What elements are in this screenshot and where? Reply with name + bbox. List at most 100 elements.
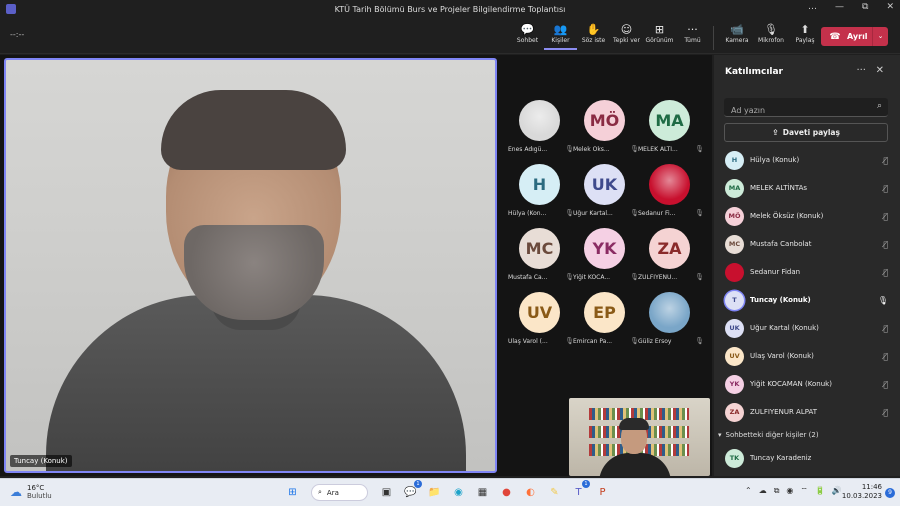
participant-list-item[interactable]: ZA ZULFIYENUR ALPAT 🎙̸ — [714, 398, 900, 426]
chat-icon[interactable]: 💬 1 — [401, 480, 422, 502]
mic-off-icon[interactable]: 🎙̸ — [883, 324, 888, 333]
minimize-button[interactable]: — — [835, 2, 844, 12]
mic-on-icon[interactable]: 🎙 — [878, 296, 888, 305]
toolbar-ki-iler-button[interactable]: 👥 Kişiler — [544, 22, 577, 50]
chrome-icon[interactable]: ● — [497, 483, 516, 502]
participant-name: ZULFIYENUR ALPAT — [750, 408, 818, 416]
file-explorer-icon[interactable]: 📁 — [425, 483, 444, 502]
participant-tile[interactable]: MC Mustafa Ca... 🎙 — [508, 228, 574, 292]
leave-options-chevron-icon[interactable]: ⌄ — [872, 27, 888, 46]
tray-icon[interactable]: ⌃ — [745, 486, 752, 496]
participant-initials-avatar: YK — [584, 228, 625, 269]
participant-name: Hülya (Konuk) — [750, 156, 800, 164]
task-view-icon[interactable]: ▣ — [377, 483, 396, 502]
windows-taskbar: ☁ 16°C Bulutlu ⊞ ⌕ Ara ▣ 💬 1 📁 ◉ ▦ ● ◐ ✎ T 1 P ⌃ ☁ ⧉ ◉ ⌔ 🔋 🔊… — [0, 478, 900, 506]
participant-tile[interactable]: Enes Adıgü... 🎙 — [508, 100, 574, 164]
participant-tile[interactable]: UK Uğur Kartal... 🎙 — [573, 164, 639, 228]
participant-list-item[interactable]: MC Mustafa Canbolat 🎙̸ — [714, 230, 900, 258]
participant-tile[interactable]: MA MELEK ALTI... 🎙 — [638, 100, 704, 164]
participant-list-item[interactable]: Sedanur Fidan 🎙̸ — [714, 258, 900, 286]
mic-off-icon[interactable]: 🎙̸ — [883, 156, 888, 165]
participant-tile[interactable]: ZA ZULFIYENU... 🎙 — [638, 228, 704, 292]
toolbar-tepki-ver-button[interactable]: ☺ Tepki ver — [610, 22, 643, 50]
participant-list-item[interactable]: H Hülya (Konuk) 🎙̸ — [714, 146, 900, 174]
participant-tile[interactable]: Güliz Ersoy 🎙 — [638, 292, 704, 356]
mic-off-icon[interactable]: 🎙̸ — [883, 380, 888, 389]
participant-tile[interactable]: YK Yiğit KOCA... 🎙 — [573, 228, 639, 292]
clock[interactable]: 11:46 10.03.2023 — [842, 483, 882, 501]
mic-off-icon[interactable]: 🎙̸ — [883, 240, 888, 249]
participant-tile[interactable]: UV Ulaş Varol (... 🎙 — [508, 292, 574, 356]
toolbar-item-label: Söz iste — [581, 37, 606, 44]
participant-search-input[interactable] — [724, 101, 864, 120]
main-video-tile[interactable]: Tuncay (Konuk) — [4, 58, 497, 473]
participant-list-item[interactable]: MA MELEK ALTİNTAs 🎙̸ — [714, 174, 900, 202]
toolbar-s-z-iste-button[interactable]: ✋ Söz iste — [577, 22, 610, 50]
participant-list-item[interactable]: MÖ Melek Öksüz (Konuk) 🎙̸ — [714, 202, 900, 230]
notification-badge[interactable]: 9 — [885, 488, 895, 498]
tray-icon[interactable]: ☁ — [759, 486, 767, 496]
more-options-icon[interactable]: … — [808, 2, 817, 12]
self-view-video[interactable] — [569, 398, 710, 476]
toolbar-payla-button[interactable]: ⬆ Paylaş — [788, 22, 822, 50]
mic-off-icon[interactable]: 🎙̸ — [883, 268, 888, 277]
toolbar-item-label: Mikrofon — [758, 37, 784, 44]
search-icon[interactable]: ⌕ — [877, 101, 882, 111]
tray-icon[interactable]: 🔋 — [815, 486, 825, 496]
participant-list: H Hülya (Konuk) 🎙̸ MA MELEK ALTİNTAs 🎙̸ MÖ Mele… — [714, 146, 900, 472]
tray-icon[interactable]: ⧉ — [774, 486, 780, 496]
participant-list-item[interactable]: T Tuncay (Konuk) 🎙 — [714, 286, 900, 314]
firefox-icon[interactable]: ◐ — [521, 483, 540, 502]
participant-tile[interactable]: MÖ Melek Öks... 🎙 — [573, 100, 639, 164]
toolbar-t-m-button[interactable]: ··· Tümü — [676, 22, 709, 50]
other-people-section-header[interactable]: ▾ Sohbetteki diğer kişiler (2) — [714, 426, 900, 444]
toolbar-item-label: Kamera — [725, 37, 749, 44]
toolbar-kamera-button[interactable]: 📹 Kamera — [720, 22, 754, 50]
sticky-notes-icon[interactable]: ✎ — [545, 483, 564, 502]
powerpoint-icon[interactable]: P — [593, 483, 612, 502]
mic-off-icon[interactable]: 🎙̸ — [883, 408, 888, 417]
mic-off-icon[interactable]: 🎙̸ — [883, 352, 888, 361]
meeting-toolbar: --:-- 💬 Sohbet 👥 Kişiler ✋ Söz iste ☺ Tepki ver… — [0, 18, 900, 54]
participant-name: Sedanur Fidan — [750, 268, 801, 276]
mic-off-icon[interactable]: 🎙̸ — [883, 184, 888, 193]
taskbar-apps: ⊞ ⌕ Ara ▣ 💬 1 📁 ◉ ▦ ● ◐ ✎ T 1 P — [283, 480, 612, 502]
participant-photo-avatar — [649, 164, 690, 205]
participant-tile[interactable]: H Hülya (Kon... 🎙 — [508, 164, 574, 228]
maximize-button[interactable]: ⧉ — [862, 2, 868, 12]
store-icon[interactable]: ▦ — [473, 483, 492, 502]
close-button[interactable]: ✕ — [886, 2, 894, 12]
participant-name: Ulaş Varol (Konuk) — [750, 352, 814, 360]
taskbar-search-box[interactable]: ⌕ Ara — [311, 484, 368, 501]
edge-icon[interactable]: ◉ — [449, 483, 468, 502]
tray-icon[interactable]: ⌔ — [800, 486, 808, 496]
participant-list-item[interactable]: TK Tuncay Karadeniz — [714, 444, 900, 472]
participant-name: Tuncay Karadeniz — [750, 454, 812, 462]
participant-photo-avatar — [649, 292, 690, 333]
participant-list-item[interactable]: UV Ulaş Varol (Konuk) 🎙̸ — [714, 342, 900, 370]
share-invite-label: Daveti paylaş — [782, 128, 840, 137]
close-panel-icon[interactable]: ✕ — [876, 65, 884, 76]
share-invite-button[interactable]: ⇪ Daveti paylaş — [724, 123, 888, 142]
participant-tile-name: Mustafa Ca... — [508, 274, 548, 281]
title-bar: KTÜ Tarih Bölümü Burs ve Projeler Bilgil… — [0, 0, 900, 18]
participant-list-item[interactable]: YK Yiğit KOCAMAN (Konuk) 🎙̸ — [714, 370, 900, 398]
toolbar-sohbet-icon: 💬 — [520, 23, 535, 36]
teams-icon[interactable]: T1 — [569, 480, 590, 502]
leave-button[interactable]: ☎ Ayrıl ⌄ — [821, 27, 888, 46]
more-options-icon[interactable]: ··· — [856, 65, 866, 76]
mic-off-icon[interactable]: 🎙̸ — [883, 212, 888, 221]
participant-initials-avatar: H — [519, 164, 560, 205]
participant-tile[interactable]: EP Emircan Pa... 🎙 — [573, 292, 639, 356]
toolbar-sohbet-button[interactable]: 💬 Sohbet — [511, 22, 544, 50]
participant-tile[interactable]: Sedanur Fi... 🎙 — [638, 164, 704, 228]
toolbar-mikrofon-button[interactable]: 🎙 Mikrofon — [754, 22, 788, 50]
weather-widget[interactable]: ☁ 16°C Bulutlu — [10, 484, 52, 500]
tray-icon[interactable]: 🔊 — [832, 486, 842, 496]
toolbar-g-r-n-m-button[interactable]: ⊞ Görünüm — [643, 22, 676, 50]
participant-list-item[interactable]: UK Uğur Kartal (Konuk) 🎙̸ — [714, 314, 900, 342]
tray-icon[interactable]: ◉ — [786, 486, 793, 496]
toolbar-item-label: Paylaş — [795, 37, 815, 44]
start-icon[interactable]: ⊞ — [283, 483, 302, 502]
section-label: Sohbetteki diğer kişiler (2) — [725, 431, 819, 439]
